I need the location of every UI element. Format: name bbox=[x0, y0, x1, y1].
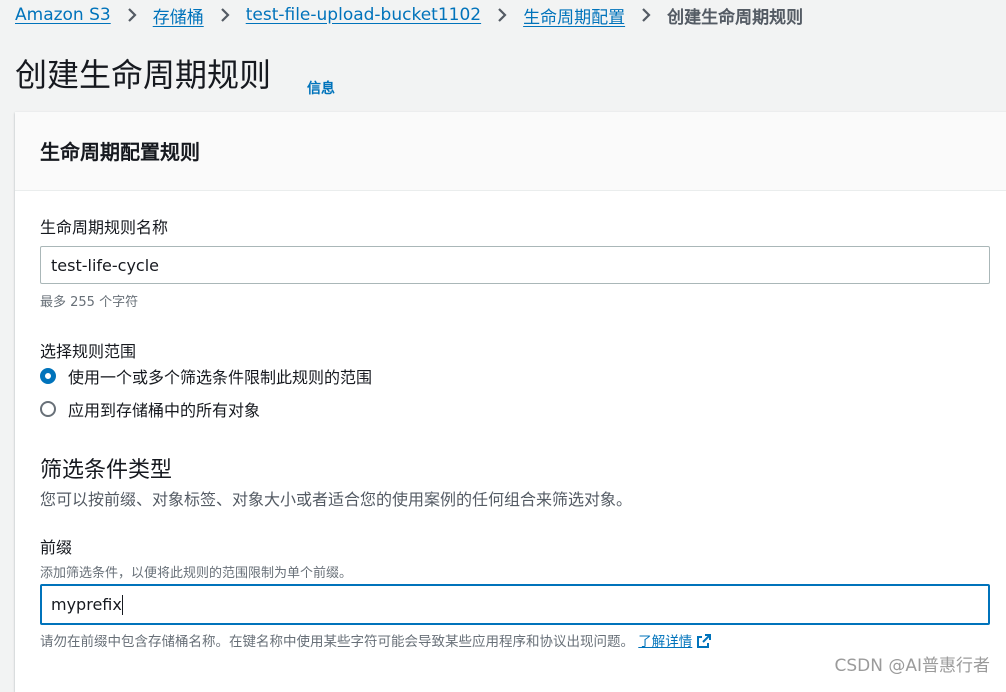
chevron-right-icon bbox=[204, 5, 246, 25]
breadcrumb-current: 创建生命周期规则 bbox=[667, 7, 804, 28]
breadcrumb: Amazon S3 存储桶 test-file-upload-bucket110… bbox=[15, 2, 803, 28]
external-link-icon bbox=[696, 633, 712, 653]
learn-more-label: 了解详情 bbox=[638, 634, 693, 650]
lifecycle-rule-panel: 生命周期配置规则 生命周期规则名称 最多 255 个字符 选择规则范围 使用一个… bbox=[15, 112, 1006, 692]
scope-option-label: 使用一个或多个筛选条件限制此规则的范围 bbox=[68, 368, 373, 387]
filter-type-title: 筛选条件类型 bbox=[40, 458, 173, 483]
watermark: CSDN @AI普惠行者 bbox=[834, 656, 990, 676]
learn-more-link[interactable]: 了解详情 bbox=[638, 634, 712, 650]
scope-option-filtered[interactable]: 使用一个或多个筛选条件限制此规则的范围 bbox=[40, 364, 372, 388]
radio-selected-icon[interactable] bbox=[40, 368, 56, 384]
rule-name-input[interactable] bbox=[40, 246, 990, 284]
panel-title: 生命周期配置规则 bbox=[40, 140, 200, 164]
panel-header: 生命周期配置规则 bbox=[15, 112, 1006, 191]
prefix-description: 添加筛选条件，以便将此规则的范围限制为单个前缀。 bbox=[40, 566, 353, 581]
chevron-right-icon bbox=[625, 5, 667, 25]
breadcrumb-lifecycle-config[interactable]: 生命周期配置 bbox=[523, 3, 625, 28]
scope-label: 选择规则范围 bbox=[40, 342, 137, 361]
rule-name-hint: 最多 255 个字符 bbox=[40, 295, 139, 310]
chevron-right-icon bbox=[481, 5, 523, 25]
prefix-label: 前缀 bbox=[40, 538, 73, 557]
scope-option-all-objects[interactable]: 应用到存储桶中的所有对象 bbox=[40, 397, 260, 421]
info-link[interactable]: 信息 bbox=[307, 78, 335, 98]
prefix-warning: 请勿在前缀中包含存储桶名称。在键名称中使用某些字符可能会导致某些应用程序和协议出… bbox=[40, 630, 712, 653]
radio-unselected-icon[interactable] bbox=[40, 401, 56, 417]
text-caret bbox=[121, 594, 123, 615]
breadcrumb-amazon-s3[interactable]: Amazon S3 bbox=[15, 5, 111, 25]
prefix-input[interactable]: myprefix bbox=[40, 584, 990, 625]
chevron-right-icon bbox=[111, 5, 153, 25]
prefix-input-value: myprefix bbox=[51, 595, 122, 614]
scope-option-label: 应用到存储桶中的所有对象 bbox=[68, 401, 261, 420]
breadcrumb-bucket-name[interactable]: test-file-upload-bucket1102 bbox=[246, 5, 481, 25]
filter-type-description: 您可以按前缀、对象标签、对象大小或者适合您的使用案例的任何组合来筛选对象。 bbox=[40, 490, 633, 509]
breadcrumb-buckets[interactable]: 存储桶 bbox=[153, 3, 204, 28]
rule-name-label: 生命周期规则名称 bbox=[40, 218, 169, 237]
prefix-warning-text: 请勿在前缀中包含存储桶名称。在键名称中使用某些字符可能会导致某些应用程序和协议出… bbox=[40, 634, 634, 650]
page-title: 创建生命周期规则 bbox=[15, 56, 272, 94]
